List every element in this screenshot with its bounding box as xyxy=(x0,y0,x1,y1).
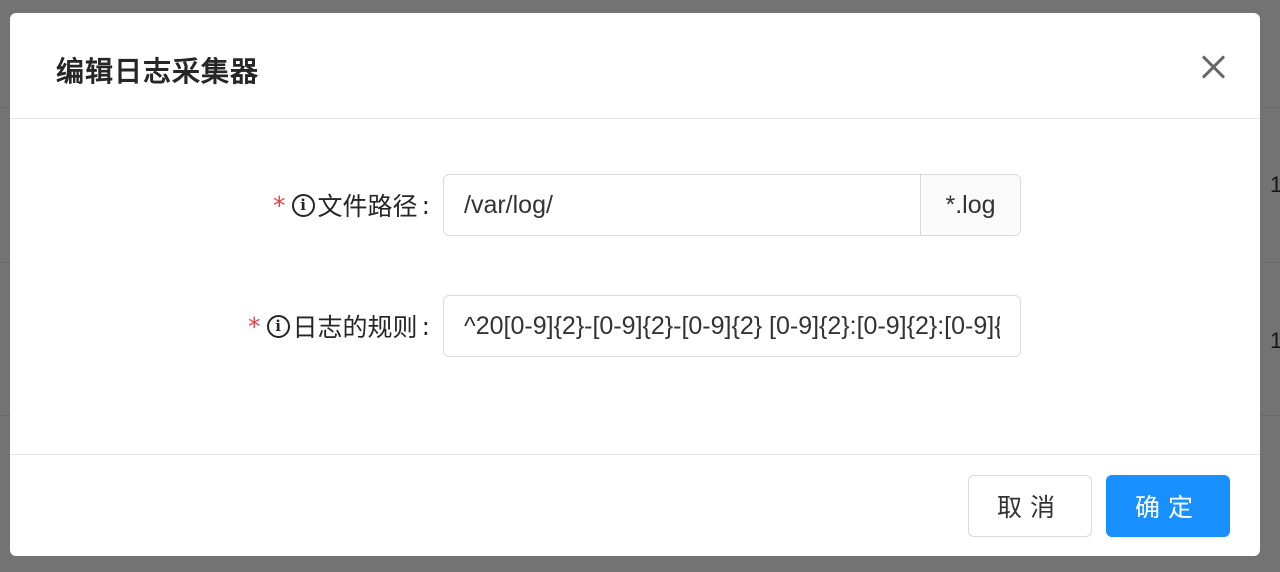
log-rule-input-wrapper xyxy=(443,295,1021,357)
file-path-row: * i 文件路径 : *.log xyxy=(10,174,1260,236)
info-icon[interactable]: i xyxy=(266,314,290,338)
close-icon[interactable] xyxy=(1198,51,1230,83)
ok-button[interactable]: 确定 xyxy=(1106,475,1230,537)
file-path-input[interactable] xyxy=(444,175,920,235)
modal-body: * i 文件路径 : *.log * i 日志的规则 : xyxy=(10,119,1260,455)
label-colon: : xyxy=(421,311,430,341)
modal-header: 编辑日志采集器 xyxy=(10,13,1260,119)
modal-title: 编辑日志采集器 xyxy=(56,55,260,88)
log-rule-input[interactable] xyxy=(444,296,1020,356)
log-rule-label-text: 日志的规则 xyxy=(292,313,418,342)
cancel-button[interactable]: 取消 xyxy=(968,475,1092,537)
log-rule-row: * i 日志的规则 : xyxy=(10,295,1260,357)
file-path-input-group: *.log xyxy=(443,174,1021,236)
file-path-label-text: 文件路径 xyxy=(317,192,418,221)
log-rule-label: * i 日志的规则 : xyxy=(248,295,430,357)
modal-footer: 取消 确定 xyxy=(10,455,1260,555)
file-path-label: * i 文件路径 : xyxy=(273,174,430,236)
required-mark: * xyxy=(273,190,286,220)
edit-log-collector-dialog: 编辑日志采集器 * i 文件路径 : *.log * i 日志的规则 : xyxy=(10,13,1260,556)
required-mark: * xyxy=(248,311,261,341)
info-icon[interactable]: i xyxy=(291,193,315,217)
label-colon: : xyxy=(421,190,430,220)
file-path-suffix: *.log xyxy=(920,175,1020,235)
